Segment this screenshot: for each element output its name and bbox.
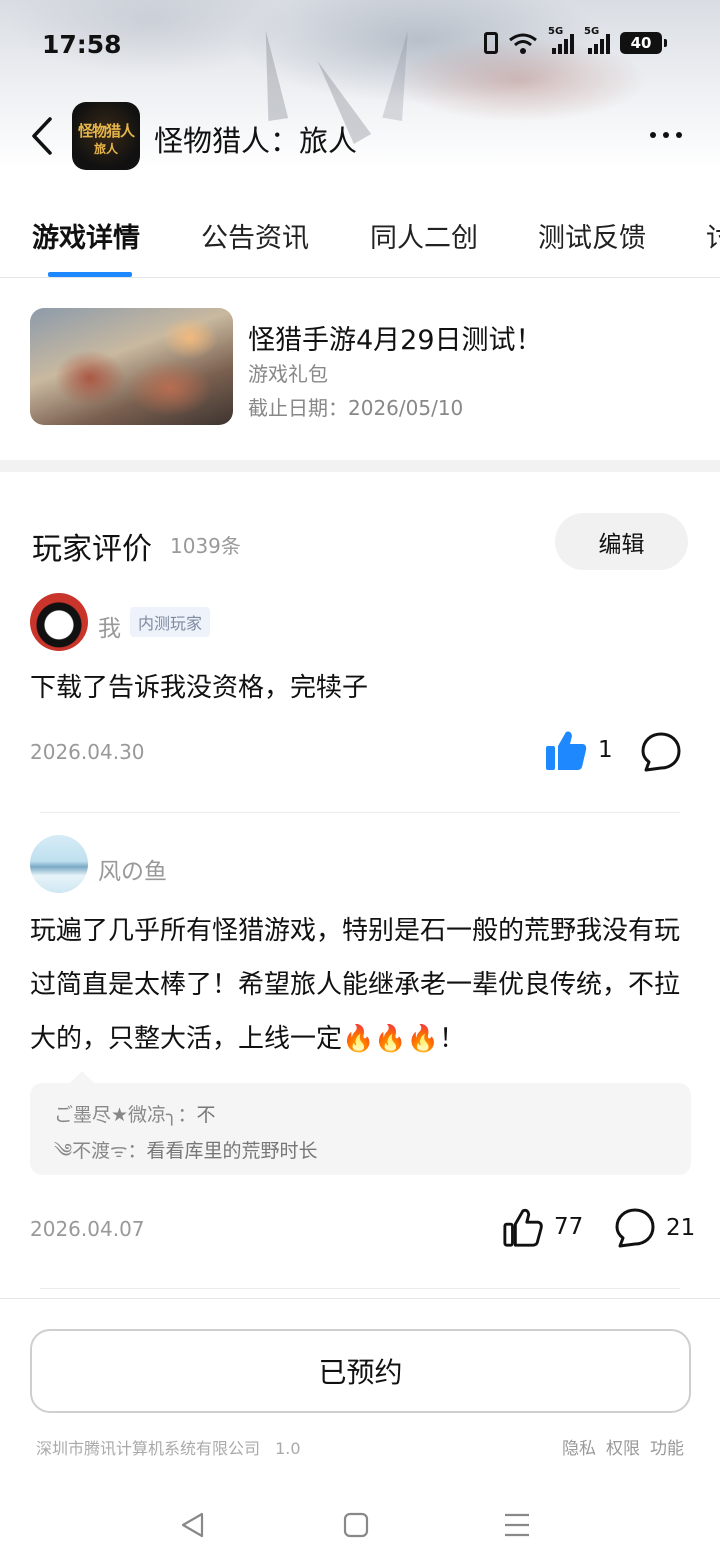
gift-banner-image <box>30 308 233 425</box>
tab-fan-creations[interactable]: 同人二创 <box>370 216 478 255</box>
footer-links: 隐私 权限 功能 <box>562 1434 684 1459</box>
status-bar: 17:58 5G 5G 40 <box>0 0 720 92</box>
vibrate-icon <box>484 32 498 54</box>
privacy-link[interactable]: 隐私 <box>562 1434 596 1459</box>
nav-back-icon[interactable] <box>178 1510 208 1540</box>
reply-item: ༄不渡ᯤ：看看库里的荒野时长 <box>54 1140 318 1162</box>
section-divider <box>0 460 720 472</box>
wifi-icon <box>509 33 537 54</box>
cell-signal-icon: 5G <box>584 26 610 54</box>
review-divider <box>40 812 680 813</box>
review-divider <box>40 1288 680 1289</box>
status-time: 17:58 <box>42 30 122 59</box>
comment-count: 21 <box>666 1215 696 1241</box>
comment-icon[interactable] <box>640 731 682 773</box>
status-icons: 5G 5G 40 <box>484 26 667 54</box>
tab-bar: 游戏详情 公告资讯 同人二创 测试反馈 讨 <box>0 192 720 278</box>
edit-review-button[interactable]: 编辑 <box>555 513 688 570</box>
nav-menu-icon[interactable] <box>502 1510 532 1540</box>
reserved-button[interactable]: 已预约 <box>30 1329 691 1413</box>
like-button[interactable]: 1 <box>544 728 613 772</box>
review-text: 玩遍了几乎所有怪猎游戏，特别是石一般的荒野我没有玩过简直是太棒了！希望旅人能继承… <box>30 916 681 1054</box>
company-name: 深圳市腾讯计算机系统有限公司 <box>36 1439 261 1458</box>
thumbs-up-icon <box>503 1208 543 1247</box>
gift-card[interactable]: 怪猎手游4月29日测试！ 游戏礼包 截止日期：2026/05/10 <box>30 308 690 426</box>
like-button[interactable]: 77 <box>502 1205 583 1249</box>
review-date: 2026.04.30 <box>30 740 145 764</box>
battery-icon: 40 <box>620 32 667 54</box>
tab-game-details[interactable]: 游戏详情 <box>32 216 140 255</box>
gift-title: 怪猎手游4月29日测试！ <box>248 325 543 356</box>
features-link[interactable]: 功能 <box>650 1434 684 1459</box>
review-username[interactable]: 我 <box>98 609 121 643</box>
gift-category: 游戏礼包 <box>248 362 328 386</box>
permissions-link[interactable]: 权限 <box>606 1434 640 1459</box>
status-badge: 内测玩家 <box>130 607 211 637</box>
tab-test-feedback[interactable]: 测试反馈 <box>538 216 646 255</box>
bottom-divider <box>0 1298 720 1299</box>
page-title: 怪物猎人：旅人 <box>154 124 358 158</box>
review-username[interactable]: 风の鱼 <box>98 852 167 886</box>
review-date: 2026.04.07 <box>30 1217 145 1241</box>
back-icon[interactable] <box>28 116 58 156</box>
company-info: 深圳市腾讯计算机系统有限公司 1.0 <box>36 1435 301 1459</box>
app-icon: 怪物猎人 旅人 <box>72 102 140 170</box>
tab-discussion[interactable]: 讨 <box>706 216 720 255</box>
system-nav-bar <box>0 1488 720 1568</box>
tab-underline <box>48 272 132 277</box>
avatar[interactable] <box>30 835 88 893</box>
comment-icon <box>615 1208 655 1248</box>
reviews-count: 1039条 <box>170 534 241 558</box>
like-count: 1 <box>598 737 613 763</box>
avatar[interactable] <box>30 593 88 651</box>
reviews-title: 玩家评价 <box>32 532 152 567</box>
thumbs-up-icon <box>546 731 587 770</box>
review-text: 下载了告诉我没资格，完犊子 <box>30 673 369 703</box>
app-version: 1.0 <box>275 1439 301 1458</box>
gift-deadline: 截止日期：2026/05/10 <box>248 396 464 420</box>
title-bar: 怪物猎人 旅人 怪物猎人：旅人 <box>0 100 720 172</box>
like-count: 77 <box>554 1214 584 1240</box>
reply-item: ご墨尽★微凉╮：不 <box>54 1104 216 1126</box>
more-icon[interactable] <box>650 132 682 138</box>
reply-preview[interactable]: ご墨尽★微凉╮：不 ༄不渡ᯤ：看看库里的荒野时长 <box>30 1071 691 1175</box>
nav-home-icon[interactable] <box>341 1510 371 1540</box>
comment-button[interactable]: 21 <box>614 1207 695 1249</box>
cell-signal-icon: 5G <box>548 26 574 54</box>
tab-announcements[interactable]: 公告资讯 <box>201 216 309 255</box>
